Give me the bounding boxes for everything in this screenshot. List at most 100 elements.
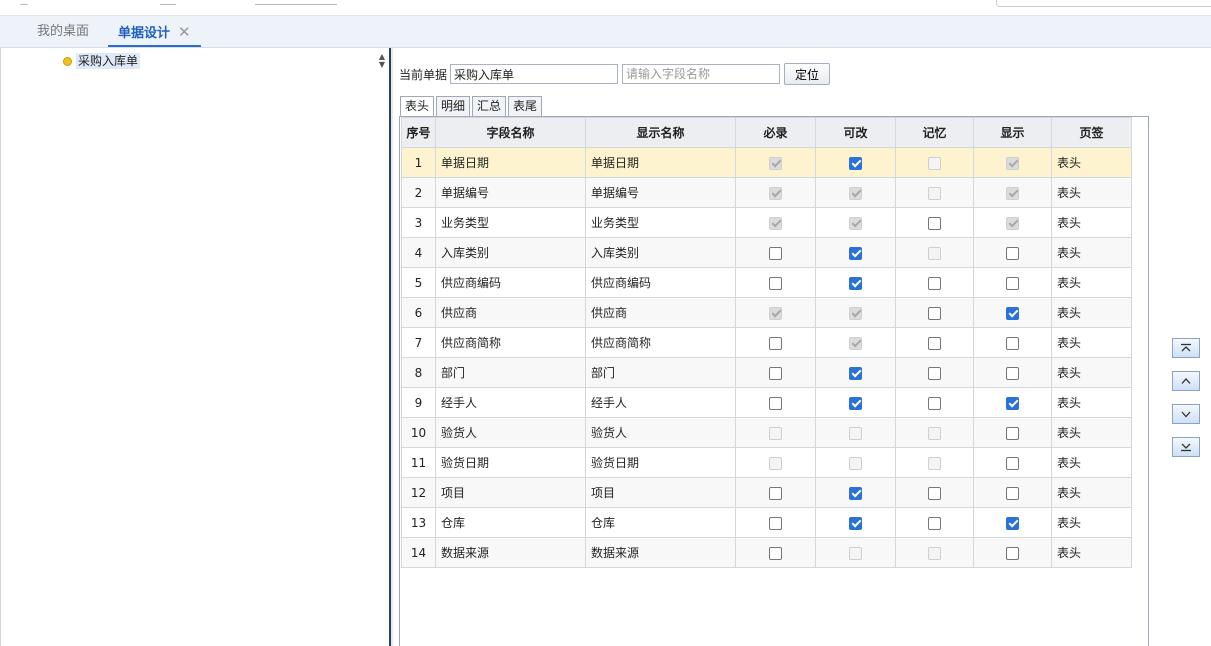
page-tab-cell[interactable]: 表头 bbox=[1051, 357, 1132, 388]
memory-checkbox[interactable] bbox=[928, 396, 941, 410]
editable-checkbox[interactable] bbox=[849, 516, 862, 530]
page-tab-cell[interactable]: 表头 bbox=[1051, 417, 1132, 448]
table-row[interactable]: 8 部门 部门 表头 bbox=[401, 357, 1132, 388]
editable-checkbox[interactable] bbox=[849, 246, 862, 260]
tab-footer[interactable]: 表尾 bbox=[508, 96, 543, 116]
display-name-cell[interactable]: 经手人 bbox=[585, 387, 736, 418]
table-row[interactable]: 5 供应商编码 供应商编码 表头 bbox=[401, 267, 1132, 298]
current-bill-input[interactable] bbox=[450, 64, 619, 84]
display-name-cell[interactable]: 供应商 bbox=[585, 297, 736, 328]
show-checkbox[interactable] bbox=[1006, 366, 1019, 380]
page-tab-cell[interactable]: 表头 bbox=[1051, 297, 1132, 328]
table-row[interactable]: 7 供应商简称 供应商简称 表头 bbox=[401, 327, 1132, 358]
page-tab-cell[interactable]: 表头 bbox=[1051, 267, 1132, 298]
display-name-cell[interactable]: 数据来源 bbox=[585, 537, 736, 568]
close-icon[interactable]: ✕ bbox=[178, 16, 191, 48]
page-tab-cell[interactable]: 表头 bbox=[1051, 447, 1132, 478]
show-checkbox[interactable] bbox=[1006, 336, 1019, 350]
table-row[interactable]: 9 经手人 经手人 表头 bbox=[401, 387, 1132, 418]
page-tab-cell[interactable]: 表头 bbox=[1051, 147, 1132, 178]
required-checkbox[interactable] bbox=[769, 516, 782, 530]
show-checkbox[interactable] bbox=[1006, 486, 1019, 500]
show-checkbox[interactable] bbox=[1006, 396, 1019, 410]
table-row[interactable]: 2 单据编号 单据编号 表头 bbox=[401, 177, 1132, 208]
col-header-display[interactable]: 显示名称 bbox=[585, 117, 736, 148]
display-name-cell[interactable]: 项目 bbox=[585, 477, 736, 508]
table-row[interactable]: 1 单据日期 单据日期 表头 bbox=[401, 147, 1132, 178]
page-tab-cell[interactable]: 表头 bbox=[1051, 387, 1132, 418]
col-header-page[interactable]: 页签 bbox=[1051, 117, 1132, 148]
move-down-button[interactable] bbox=[1172, 404, 1200, 424]
tab-detail[interactable]: 明细 bbox=[436, 96, 471, 116]
table-row[interactable]: 4 入库类别 入库类别 表头 bbox=[401, 237, 1132, 268]
display-name-cell[interactable]: 业务类型 bbox=[585, 207, 736, 238]
tree-node-purchase-inbound[interactable]: 采购入库单 bbox=[63, 53, 141, 69]
show-checkbox[interactable] bbox=[1006, 516, 1019, 530]
required-checkbox[interactable] bbox=[769, 546, 782, 560]
table-row[interactable]: 6 供应商 供应商 表头 bbox=[401, 297, 1132, 328]
locate-button[interactable]: 定位 bbox=[784, 63, 831, 85]
table-row[interactable]: 12 项目 项目 表头 bbox=[401, 477, 1132, 508]
table-row[interactable]: 10 验货人 验货人 表头 bbox=[401, 417, 1132, 448]
required-checkbox[interactable] bbox=[769, 366, 782, 380]
page-tab-cell[interactable]: 表头 bbox=[1051, 237, 1132, 268]
table-row[interactable]: 13 仓库 仓库 表头 bbox=[401, 507, 1132, 538]
memory-checkbox[interactable] bbox=[928, 276, 941, 290]
memory-checkbox[interactable] bbox=[928, 486, 941, 500]
memory-checkbox[interactable] bbox=[928, 366, 941, 380]
scroll-arrows-icon[interactable]: ▲ ▼ bbox=[376, 53, 388, 71]
memory-checkbox[interactable] bbox=[928, 306, 941, 320]
tab-bill-design[interactable]: 单据设计 ✕ bbox=[108, 16, 201, 47]
show-checkbox[interactable] bbox=[1006, 246, 1019, 260]
table-row[interactable]: 3 业务类型 业务类型 表头 bbox=[401, 207, 1132, 238]
page-tab-cell[interactable]: 表头 bbox=[1051, 177, 1132, 208]
required-checkbox[interactable] bbox=[769, 276, 782, 290]
move-top-button[interactable] bbox=[1172, 338, 1200, 358]
display-name-cell[interactable]: 单据编号 bbox=[585, 177, 736, 208]
memory-checkbox[interactable] bbox=[928, 216, 941, 230]
global-search-box[interactable] bbox=[996, 0, 1211, 7]
editable-checkbox[interactable] bbox=[849, 396, 862, 410]
display-name-cell[interactable]: 部门 bbox=[585, 357, 736, 388]
editable-checkbox[interactable] bbox=[849, 486, 862, 500]
table-row[interactable]: 11 验货日期 验货日期 表头 bbox=[401, 447, 1132, 478]
editable-checkbox[interactable] bbox=[849, 156, 862, 170]
display-name-cell[interactable]: 入库类别 bbox=[585, 237, 736, 268]
show-checkbox[interactable] bbox=[1006, 306, 1019, 320]
required-checkbox[interactable] bbox=[769, 246, 782, 260]
move-bottom-button[interactable] bbox=[1172, 437, 1200, 457]
move-up-button[interactable] bbox=[1172, 371, 1200, 391]
show-checkbox[interactable] bbox=[1006, 456, 1019, 470]
display-name-cell[interactable]: 验货日期 bbox=[585, 447, 736, 478]
required-checkbox[interactable] bbox=[769, 336, 782, 350]
page-tab-cell[interactable]: 表头 bbox=[1051, 537, 1132, 568]
memory-checkbox[interactable] bbox=[928, 516, 941, 530]
tab-desktop[interactable]: 我的桌面 bbox=[27, 16, 99, 47]
col-header-editable[interactable]: 可改 bbox=[815, 117, 896, 148]
table-row[interactable]: 14 数据来源 数据来源 表头 bbox=[401, 537, 1132, 568]
page-tab-cell[interactable]: 表头 bbox=[1051, 327, 1132, 358]
display-name-cell[interactable]: 验货人 bbox=[585, 417, 736, 448]
col-header-required[interactable]: 必录 bbox=[735, 117, 816, 148]
show-checkbox[interactable] bbox=[1006, 276, 1019, 290]
field-search-input[interactable] bbox=[622, 64, 781, 84]
show-checkbox[interactable] bbox=[1006, 426, 1019, 440]
page-tab-cell[interactable]: 表头 bbox=[1051, 207, 1132, 238]
memory-checkbox[interactable] bbox=[928, 336, 941, 350]
show-checkbox[interactable] bbox=[1006, 546, 1019, 560]
col-header-show[interactable]: 显示 bbox=[973, 117, 1052, 148]
display-name-cell[interactable]: 仓库 bbox=[585, 507, 736, 538]
display-name-cell[interactable]: 供应商编码 bbox=[585, 267, 736, 298]
editable-checkbox[interactable] bbox=[849, 366, 862, 380]
tab-header[interactable]: 表头 bbox=[400, 96, 435, 117]
required-checkbox[interactable] bbox=[769, 486, 782, 500]
page-tab-cell[interactable]: 表头 bbox=[1051, 507, 1132, 538]
display-name-cell[interactable]: 供应商简称 bbox=[585, 327, 736, 358]
required-checkbox[interactable] bbox=[769, 396, 782, 410]
tab-summary[interactable]: 汇总 bbox=[472, 96, 507, 116]
display-name-cell[interactable]: 单据日期 bbox=[585, 147, 736, 178]
col-header-no[interactable]: 序号 bbox=[401, 117, 436, 148]
editable-checkbox[interactable] bbox=[849, 276, 862, 290]
page-tab-cell[interactable]: 表头 bbox=[1051, 477, 1132, 508]
col-header-field[interactable]: 字段名称 bbox=[435, 117, 586, 148]
